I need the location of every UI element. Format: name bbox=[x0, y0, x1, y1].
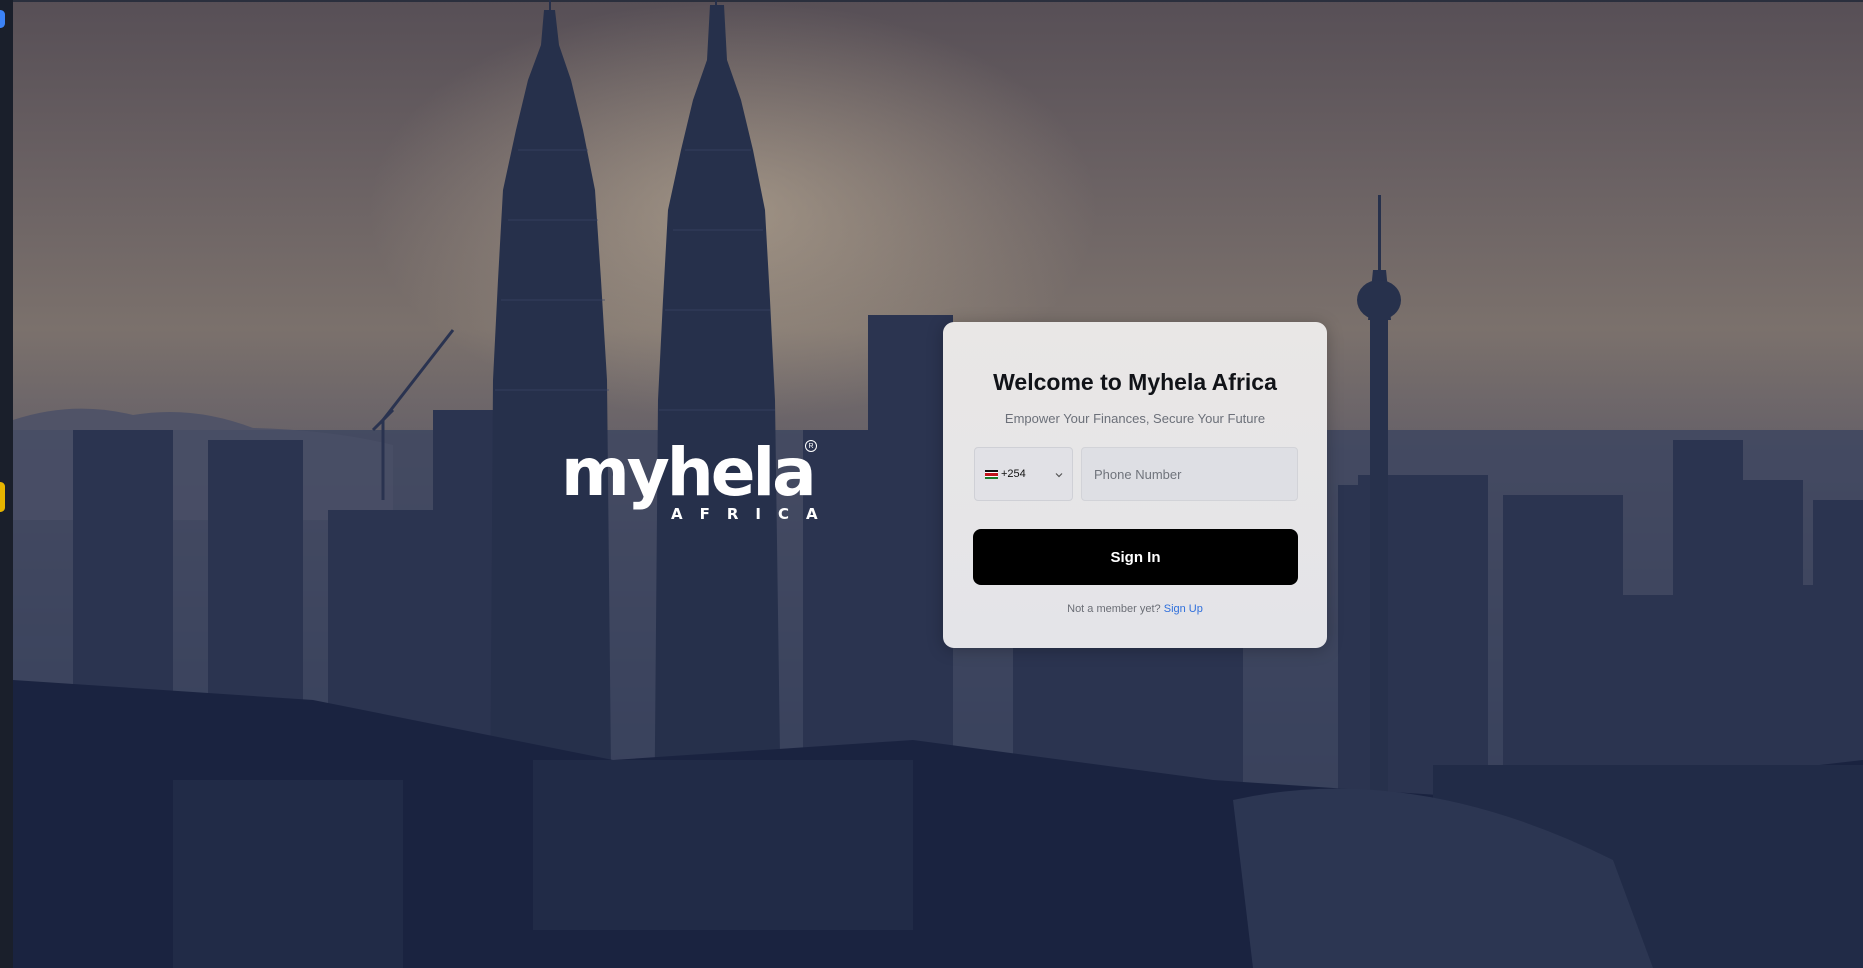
side-strip bbox=[0, 0, 14, 968]
chevron-down-icon bbox=[1055, 473, 1063, 478]
signup-prompt: Not a member yet? bbox=[1067, 603, 1161, 615]
country-dial-code: +254 bbox=[1001, 468, 1026, 480]
sign-up-link[interactable]: Sign Up bbox=[1164, 603, 1203, 615]
phone-number-input[interactable] bbox=[1081, 447, 1298, 501]
city-skyline-image bbox=[13, 0, 1863, 968]
strip-indicator-yellow bbox=[0, 482, 5, 512]
registered-icon: R bbox=[805, 440, 817, 452]
strip-indicator-blue bbox=[0, 10, 5, 28]
login-title: Welcome to Myhela Africa bbox=[993, 369, 1277, 395]
myhela-logo: myhela AFRICA R bbox=[561, 434, 818, 522]
sign-in-button[interactable]: Sign In bbox=[973, 529, 1298, 585]
kenya-flag-icon bbox=[985, 470, 998, 479]
signup-row: Not a member yet? Sign Up bbox=[943, 603, 1327, 615]
hero-background: myhela AFRICA R bbox=[13, 0, 1863, 968]
logo-wordmark: myhela bbox=[561, 434, 817, 511]
login-subtitle: Empower Your Finances, Secure Your Futur… bbox=[1004, 411, 1266, 426]
country-code-select[interactable]: +254 bbox=[974, 447, 1073, 501]
registered-mark: R bbox=[808, 443, 814, 450]
login-card: Welcome to Myhela Africa Empower Your Fi… bbox=[943, 322, 1327, 648]
logo-subtitle: AFRICA bbox=[671, 505, 835, 523]
